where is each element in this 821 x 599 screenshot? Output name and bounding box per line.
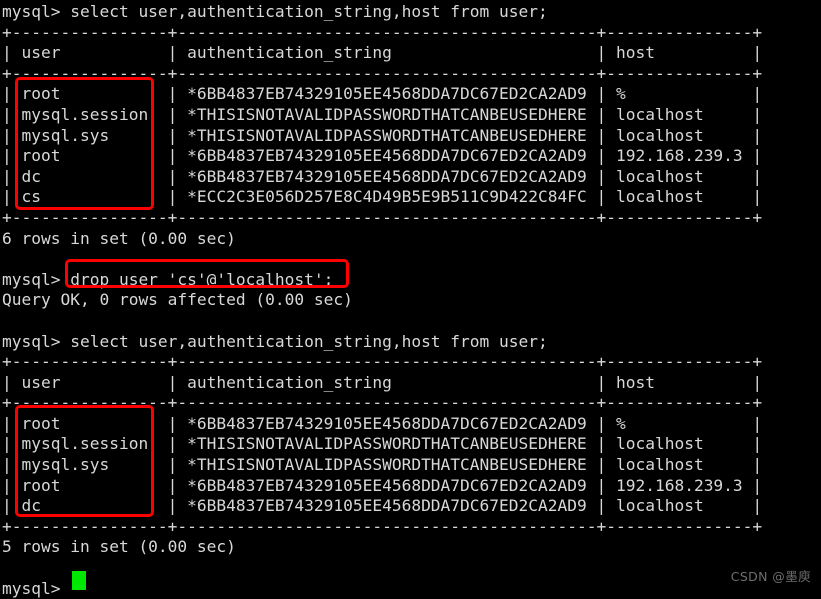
terminal-line: +----------------+----------------------…	[2, 207, 763, 227]
terminal-line: | mysql.sys | *THISISNOTAVALIDPASSWORDTH…	[2, 455, 763, 475]
terminal-line: +----------------+----------------------…	[2, 63, 763, 83]
terminal-line: | mysql.sys | *THISISNOTAVALIDPASSWORDTH…	[2, 125, 763, 145]
terminal-line: +----------------+----------------------…	[2, 22, 763, 42]
terminal-line: | root | *6BB4837EB74329105EE4568DDA7DC6…	[2, 475, 763, 495]
terminal-line: | dc | *6BB4837EB74329105EE4568DDA7DC67E…	[2, 166, 763, 186]
terminal-line: Query OK, 0 rows affected (0.00 sec)	[2, 290, 353, 310]
terminal-line: 6 rows in set (0.00 sec)	[2, 228, 236, 248]
terminal-line: mysql>	[2, 578, 71, 598]
terminal-line: | user | authentication_string | host |	[2, 43, 763, 63]
terminal-line: | root | *6BB4837EB74329105EE4568DDA7DC6…	[2, 84, 763, 104]
terminal-line: | dc | *6BB4837EB74329105EE4568DDA7DC67E…	[2, 496, 763, 516]
terminal-line: | root | *6BB4837EB74329105EE4568DDA7DC6…	[2, 146, 763, 166]
terminal-line: mysql> select user,authentication_string…	[2, 2, 548, 21]
terminal-line: +----------------+----------------------…	[2, 393, 763, 413]
terminal-cursor	[72, 571, 86, 590]
terminal-line: +----------------+----------------------…	[2, 352, 763, 372]
watermark-label: CSDN @墨庾	[730, 569, 811, 584]
terminal-line: | cs | *ECC2C3E056D257E8C4D49B5E9B511C9D…	[2, 187, 763, 207]
terminal-line: | mysql.session | *THISISNOTAVALIDPASSWO…	[2, 104, 763, 124]
terminal-line: | root | *6BB4837EB74329105EE4568DDA7DC6…	[2, 413, 763, 433]
terminal-line: mysql> drop user 'cs'@'localhost';	[2, 269, 334, 289]
terminal-line: 5 rows in set (0.00 sec)	[2, 537, 236, 557]
terminal-output[interactable]: mysql> select user,authentication_string…	[0, 0, 821, 598]
terminal-line: +----------------+----------------------…	[2, 516, 763, 536]
terminal-line: | user | authentication_string | host |	[2, 372, 763, 392]
terminal-line: | mysql.session | *THISISNOTAVALIDPASSWO…	[2, 434, 763, 454]
terminal-line: mysql> select user,authentication_string…	[2, 331, 548, 351]
